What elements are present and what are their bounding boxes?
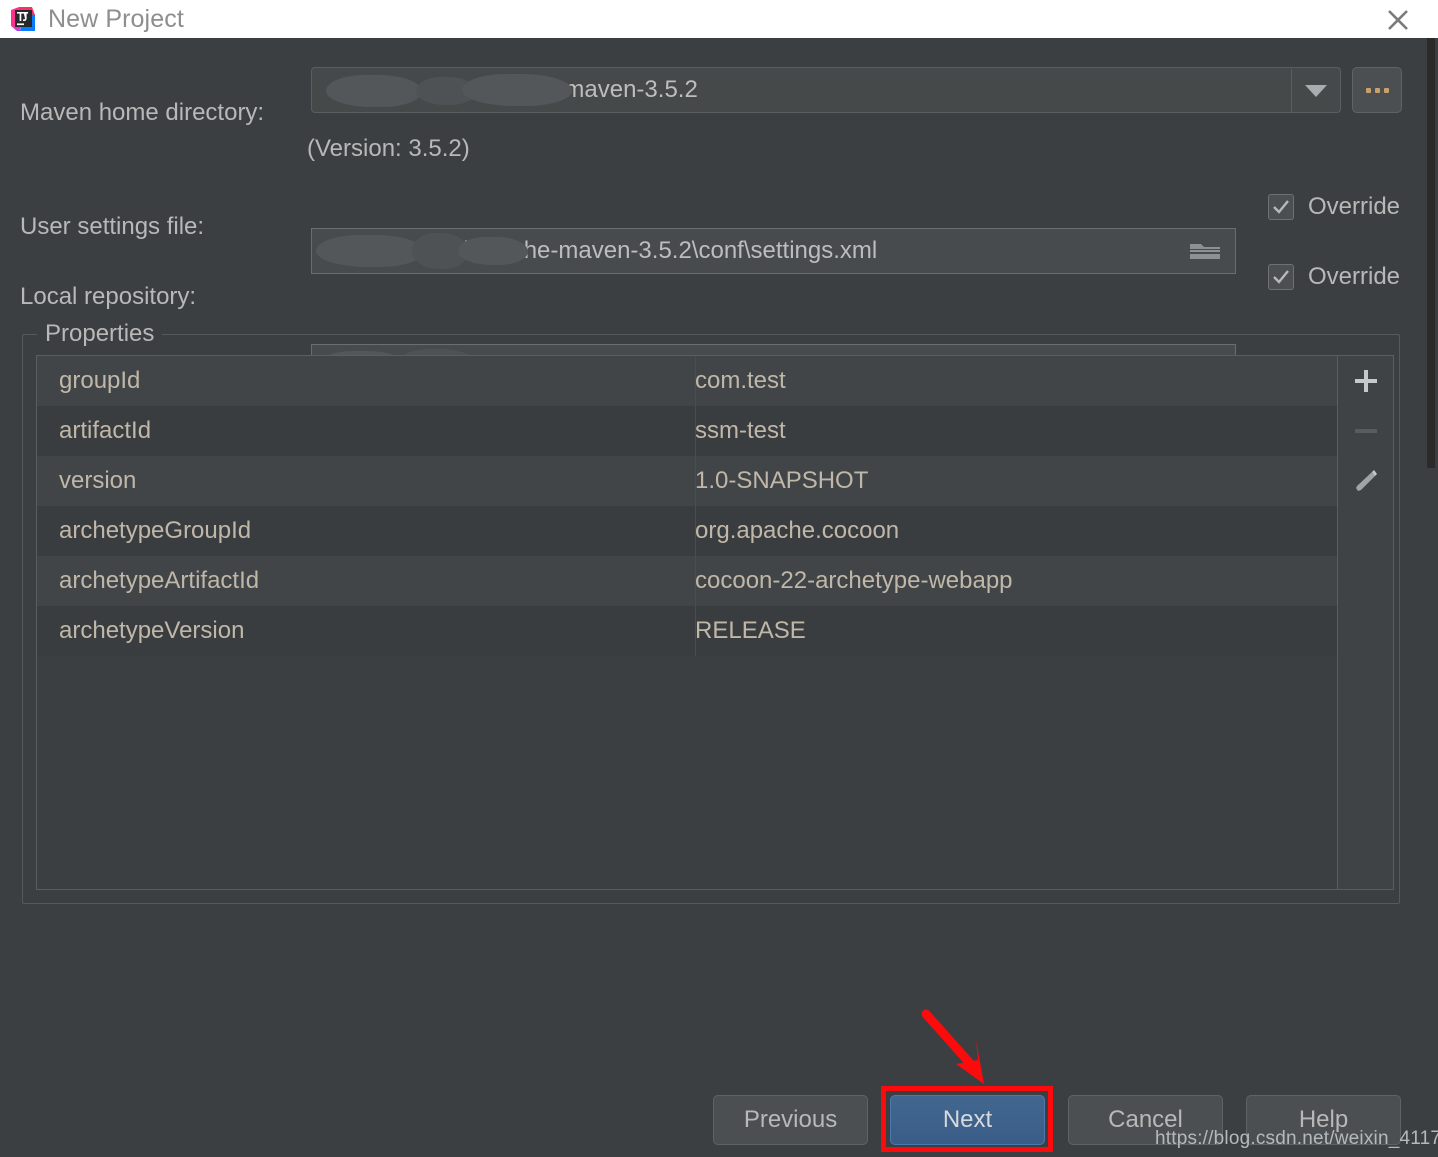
local-repository-override-checkbox[interactable]: Override — [1268, 263, 1400, 291]
property-value-cell: RELEASE — [695, 617, 806, 644]
previous-button[interactable]: Previous — [713, 1095, 868, 1145]
property-key-cell: groupId — [59, 367, 141, 394]
maven-home-dropdown-button[interactable] — [1291, 69, 1339, 112]
properties-table-toolbar — [1338, 355, 1394, 890]
ellipsis-dot — [1365, 87, 1371, 93]
user-settings-value: \apache-maven-3.5.2\conf\settings.xml — [465, 237, 878, 264]
next-button[interactable]: Next — [890, 1095, 1045, 1145]
properties-table[interactable]: groupId com.test artifactId ssm-test version… — [36, 355, 1338, 890]
redacted-path-part — [316, 235, 424, 267]
checkbox-checked-icon — [1268, 264, 1294, 290]
watermark-text: https://blog.csdn.net/weixin_41178230 — [1155, 1128, 1438, 1149]
user-settings-label-row: User settings file: — [20, 204, 204, 250]
remove-property-button[interactable] — [1339, 406, 1393, 456]
column-separator — [695, 556, 696, 606]
table-row[interactable]: archetypeVersion RELEASE — [37, 606, 1337, 656]
dialog-content: Maven home directory: /apache-maven-3.5.… — [0, 38, 1424, 1157]
maven-version-note: (Version: 3.5.2) — [307, 135, 470, 162]
redacted-path-part — [416, 77, 476, 105]
property-key-cell: version — [59, 467, 137, 494]
table-row[interactable]: archetypeArtifactId cocoon-22-archetype-w… — [37, 556, 1337, 606]
table-row[interactable]: artifactId ssm-test — [37, 406, 1337, 456]
window-title: New Project — [48, 4, 184, 33]
ellipsis-dot — [1383, 87, 1389, 93]
redacted-path-part — [326, 75, 422, 107]
window-scrollbar[interactable] — [1424, 38, 1438, 1157]
column-separator — [695, 606, 696, 656]
properties-table-body: groupId com.test artifactId ssm-test version… — [37, 356, 1337, 656]
maven-home-label-row: Maven home directory: — [20, 90, 264, 136]
chevron-down-icon — [1304, 85, 1327, 97]
property-key-cell: archetypeGroupId — [59, 517, 252, 544]
maven-home-label: Maven home directory: — [20, 99, 265, 126]
maven-home-browse-button[interactable] — [1352, 67, 1402, 113]
property-value-cell: ssm-test — [695, 417, 786, 444]
checkbox-checked-icon — [1268, 194, 1294, 220]
table-row[interactable]: archetypeGroupId org.apache.cocoon — [37, 506, 1337, 556]
property-key-cell: archetypeVersion — [59, 617, 245, 644]
close-icon[interactable] — [1382, 4, 1414, 36]
table-row[interactable]: version 1.0-SNAPSHOT — [37, 456, 1337, 506]
user-settings-override-label: Override — [1308, 193, 1401, 220]
user-settings-input[interactable]: \apache-maven-3.5.2\conf\settings.xml — [311, 228, 1236, 274]
local-repository-override-label: Override — [1308, 263, 1401, 290]
column-separator — [695, 506, 696, 556]
column-separator — [695, 456, 696, 506]
intellij-idea-icon — [10, 6, 36, 32]
property-value-cell: 1.0-SNAPSHOT — [695, 467, 869, 494]
folder-icon[interactable] — [1189, 239, 1221, 263]
redacted-path-part — [412, 233, 468, 269]
table-row[interactable]: groupId com.test — [37, 356, 1337, 406]
new-project-dialog: New Project Maven home directory: /apach… — [0, 0, 1438, 1157]
add-property-button[interactable] — [1339, 356, 1393, 406]
user-settings-override-checkbox[interactable]: Override — [1268, 193, 1400, 221]
property-value-cell: cocoon-22-archetype-webapp — [695, 567, 1013, 594]
column-separator — [695, 356, 696, 406]
window-titlebar: New Project — [0, 0, 1438, 38]
property-key-cell: archetypeArtifactId — [59, 567, 260, 594]
properties-group-title: Properties — [37, 320, 163, 348]
maven-home-input[interactable]: /apache-maven-3.5.2 — [311, 67, 1341, 113]
property-value-cell: com.test — [695, 367, 786, 394]
maven-home-value: /apache-maven-3.5.2 — [471, 76, 698, 103]
local-repository-label: Local repository: — [20, 283, 197, 310]
scrollbar-thumb[interactable] — [1427, 38, 1435, 468]
ellipsis-dot — [1374, 87, 1380, 93]
column-separator — [695, 406, 696, 456]
local-repository-label-row: Local repository: — [20, 274, 196, 320]
edit-property-button[interactable] — [1339, 456, 1393, 506]
user-settings-label: User settings file: — [20, 213, 205, 240]
property-key-cell: artifactId — [59, 417, 152, 444]
property-value-cell: org.apache.cocoon — [695, 517, 900, 544]
